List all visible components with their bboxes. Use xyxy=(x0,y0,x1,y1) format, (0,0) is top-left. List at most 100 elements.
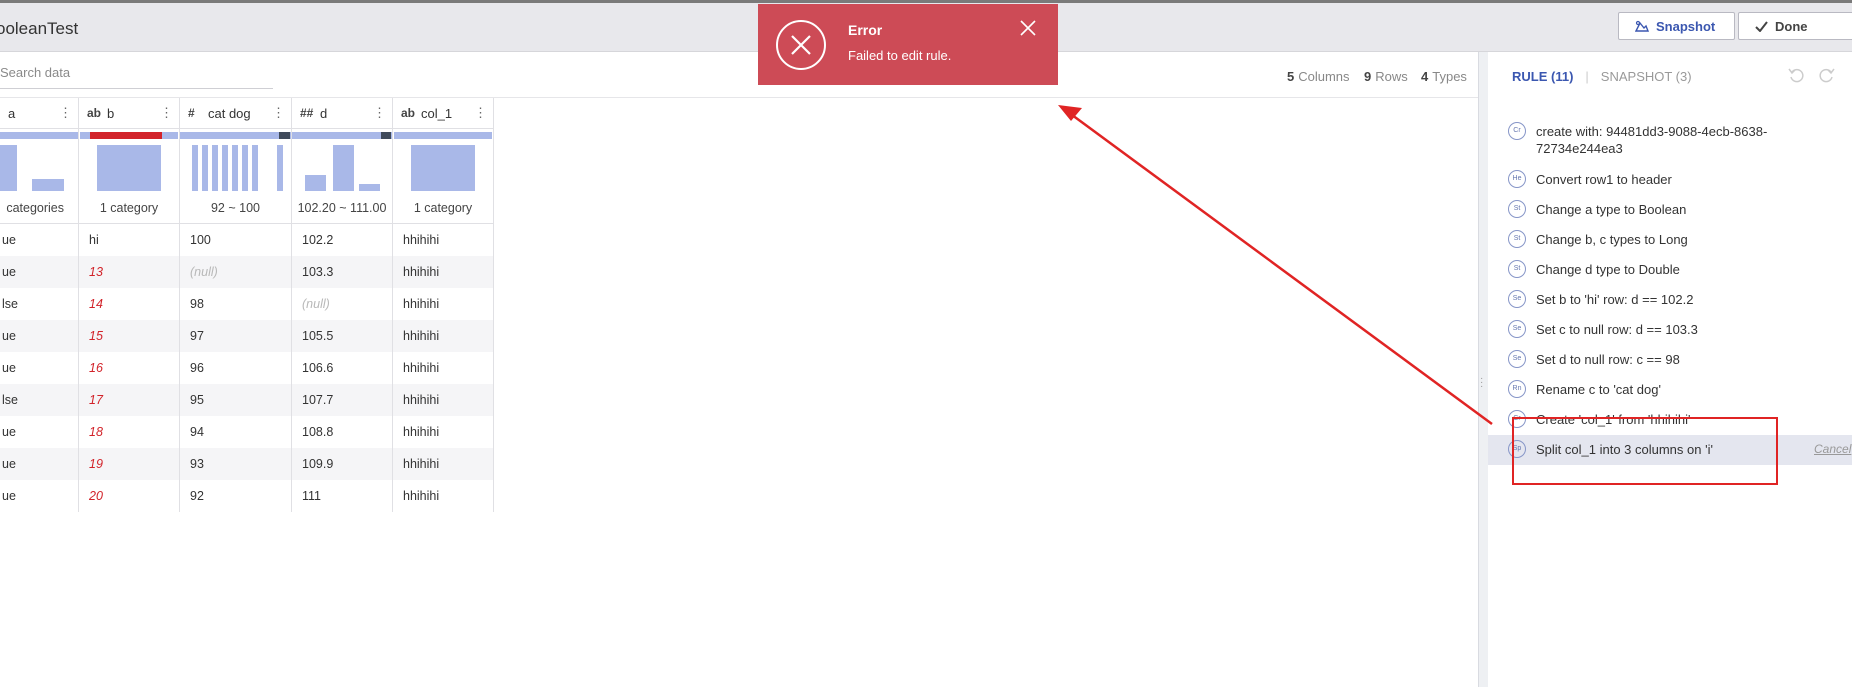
histogram-b[interactable] xyxy=(78,128,180,194)
table-row[interactable]: ue 16 96 106.6 hhihihi xyxy=(0,351,494,384)
double-type-icon: ## xyxy=(300,106,314,120)
rule-item[interactable]: Se Set d to null row: c == 98 xyxy=(1488,345,1852,375)
cell[interactable]: 92 xyxy=(179,479,292,512)
cell[interactable]: 103.3 xyxy=(291,255,393,288)
tab-snapshots[interactable]: SNAPSHOT (3) xyxy=(1601,69,1692,84)
histogram-cat-dog[interactable] xyxy=(179,128,292,194)
kebab-menu-icon[interactable]: ⋮ xyxy=(59,105,72,121)
cell[interactable]: hi xyxy=(78,223,180,256)
rule-item[interactable]: Rn Rename c to 'cat dog' xyxy=(1488,375,1852,405)
cell[interactable]: 97 xyxy=(179,319,292,352)
undo-icon[interactable] xyxy=(1787,66,1805,84)
cell[interactable]: hhihihi xyxy=(392,479,494,512)
table-row[interactable]: ue hi 100 102.2 hhihihi xyxy=(0,223,494,256)
column-header-col-1[interactable]: ab col_1 ⋮ xyxy=(392,98,494,129)
rule-item[interactable]: St Change a type to Boolean xyxy=(1488,195,1852,225)
cell[interactable]: ue xyxy=(0,319,79,352)
rule-text: Change b, c types to Long xyxy=(1536,232,1688,247)
cell[interactable]: 109.9 xyxy=(291,447,393,480)
cell[interactable]: 13 xyxy=(78,255,180,288)
cell[interactable]: ue xyxy=(0,447,79,480)
cell[interactable]: 107.7 xyxy=(291,383,393,416)
cell[interactable]: hhihihi xyxy=(392,287,494,320)
column-header-cat-dog[interactable]: # cat dog ⋮ xyxy=(179,98,292,129)
cell[interactable]: 17 xyxy=(78,383,180,416)
summary-d: 102.20 ~ 111.00 xyxy=(291,193,393,224)
close-icon[interactable] xyxy=(1019,19,1037,37)
rule-item[interactable]: Cr create with: 94481dd3-9088-4ecb-8638-… xyxy=(1488,117,1852,165)
rule-item[interactable]: Se Set c to null row: d == 103.3 xyxy=(1488,315,1852,345)
column-header-b[interactable]: ab b ⋮ xyxy=(78,98,180,129)
cell[interactable]: 15 xyxy=(78,319,180,352)
cell[interactable]: 100 xyxy=(179,223,292,256)
cell[interactable]: hhihihi xyxy=(392,383,494,416)
cell[interactable]: 95 xyxy=(179,383,292,416)
cell[interactable]: 20 xyxy=(78,479,180,512)
tab-rules[interactable]: RULE (11) xyxy=(1512,69,1573,84)
cell[interactable]: 93 xyxy=(179,447,292,480)
cell[interactable]: lse xyxy=(0,287,79,320)
cell[interactable]: 19 xyxy=(78,447,180,480)
summary-cat-dog: 92 ~ 100 xyxy=(179,193,292,224)
cell[interactable]: 98 xyxy=(179,287,292,320)
panel-resize-handle[interactable]: · · · xyxy=(1478,52,1488,687)
kebab-menu-icon[interactable]: ⋮ xyxy=(160,105,173,121)
rule-item[interactable]: St Change d type to Double xyxy=(1488,255,1852,285)
cell[interactable]: hhihihi xyxy=(392,351,494,384)
cell[interactable]: ue xyxy=(0,415,79,448)
table-row[interactable]: lse 14 98 (null) hhihihi xyxy=(0,287,494,320)
table-row[interactable]: ue 18 94 108.8 hhihihi xyxy=(0,415,494,448)
cell[interactable]: 106.6 xyxy=(291,351,393,384)
cell[interactable]: ue xyxy=(0,255,79,288)
cell[interactable]: hhihihi xyxy=(392,223,494,256)
cell[interactable]: 18 xyxy=(78,415,180,448)
histogram-d[interactable] xyxy=(291,128,393,194)
table-row[interactable]: lse 17 95 107.7 hhihihi xyxy=(0,383,494,416)
table-row[interactable]: ue 15 97 105.5 hhihihi xyxy=(0,319,494,352)
cell[interactable]: (null) xyxy=(179,255,292,288)
search-placeholder: Search data xyxy=(0,65,71,80)
rows-count: 9 Rows xyxy=(1364,69,1408,84)
rule-list: Cr create with: 94481dd3-9088-4ecb-8638-… xyxy=(1488,117,1852,465)
cell[interactable]: ue xyxy=(0,479,79,512)
annotation-highlight-box xyxy=(1512,417,1778,485)
cell[interactable]: lse xyxy=(0,383,79,416)
column-header-a[interactable]: a ⋮ xyxy=(0,98,79,129)
rule-text: Change a type to Boolean xyxy=(1536,202,1687,217)
cell[interactable]: (null) xyxy=(291,287,393,320)
cell[interactable]: ue xyxy=(0,223,79,256)
histogram-a[interactable] xyxy=(0,128,79,194)
table-row[interactable]: ue 20 92 111 hhihihi xyxy=(0,479,494,512)
summary-col-1: 1 category xyxy=(392,193,494,224)
kebab-menu-icon[interactable]: ⋮ xyxy=(272,105,285,121)
snapshot-button[interactable]: Snapshot xyxy=(1618,12,1735,40)
cancel-link[interactable]: Cancel xyxy=(1814,442,1851,456)
cell[interactable]: ue xyxy=(0,351,79,384)
done-button[interactable]: Done xyxy=(1738,12,1852,40)
rule-item[interactable]: Se Set b to 'hi' row: d == 102.2 xyxy=(1488,285,1852,315)
redo-icon[interactable] xyxy=(1818,66,1836,84)
kebab-menu-icon[interactable]: ⋮ xyxy=(474,105,487,121)
rule-item[interactable]: He Convert row1 to header xyxy=(1488,165,1852,195)
kebab-menu-icon[interactable]: ⋮ xyxy=(373,105,386,121)
cell[interactable]: 16 xyxy=(78,351,180,384)
cell[interactable]: 96 xyxy=(179,351,292,384)
search-input[interactable]: Search data xyxy=(0,60,273,89)
cell[interactable]: 111 xyxy=(291,479,393,512)
cell[interactable]: 94 xyxy=(179,415,292,448)
rule-item[interactable]: St Change b, c types to Long xyxy=(1488,225,1852,255)
check-icon xyxy=(1755,20,1768,32)
cell[interactable]: hhihihi xyxy=(392,255,494,288)
cell[interactable]: hhihihi xyxy=(392,415,494,448)
histogram-col-1[interactable] xyxy=(392,128,494,194)
cell[interactable]: hhihihi xyxy=(392,447,494,480)
cell[interactable]: 105.5 xyxy=(291,319,393,352)
cell[interactable]: 14 xyxy=(78,287,180,320)
table-row[interactable]: ue 13 (null) 103.3 hhihihi xyxy=(0,255,494,288)
cell[interactable]: 108.8 xyxy=(291,415,393,448)
cell[interactable]: 102.2 xyxy=(291,223,393,256)
column-header-d[interactable]: ## d ⋮ xyxy=(291,98,393,129)
cell[interactable]: hhihihi xyxy=(392,319,494,352)
types-count: 4 Types xyxy=(1421,69,1467,84)
table-row[interactable]: ue 19 93 109.9 hhihihi xyxy=(0,447,494,480)
